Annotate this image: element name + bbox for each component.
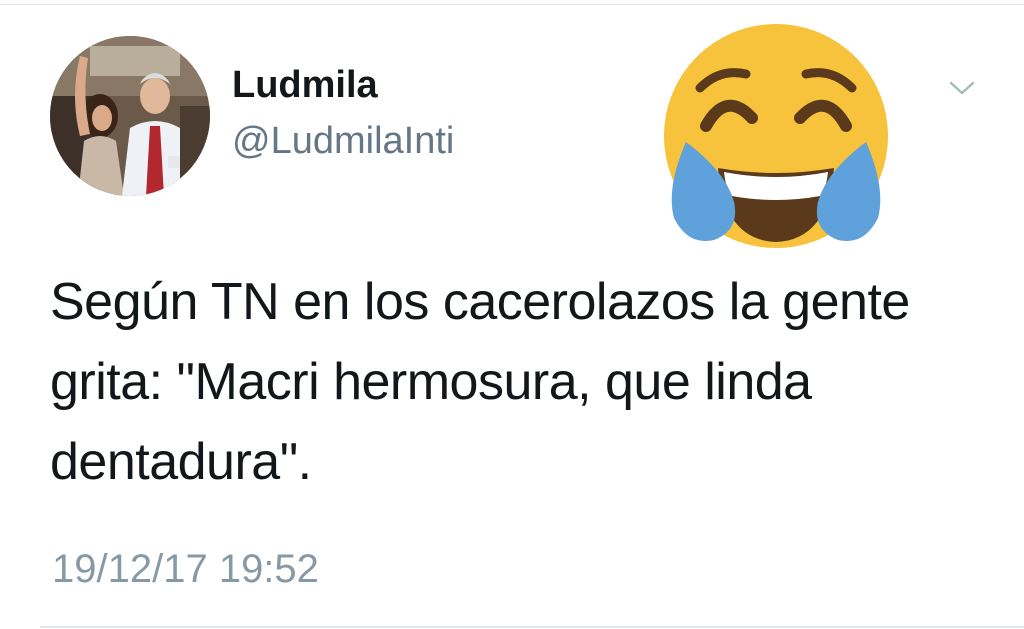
tweet-text: Según TN en los cacerolazos la gente gri… bbox=[50, 273, 910, 491]
bottom-divider bbox=[40, 626, 1024, 628]
chevron-down-icon[interactable] bbox=[948, 78, 976, 98]
tweet-timestamp[interactable]: 19/12/17 19:52 bbox=[52, 544, 319, 594]
avatar-photo bbox=[50, 36, 210, 196]
profile-avatar[interactable] bbox=[50, 36, 210, 196]
user-handle[interactable]: @LudmilaInti bbox=[232, 118, 454, 164]
display-name[interactable]: Ludmila bbox=[232, 62, 378, 108]
top-divider bbox=[0, 4, 1024, 5]
face-with-tears-of-joy-icon bbox=[648, 18, 904, 258]
